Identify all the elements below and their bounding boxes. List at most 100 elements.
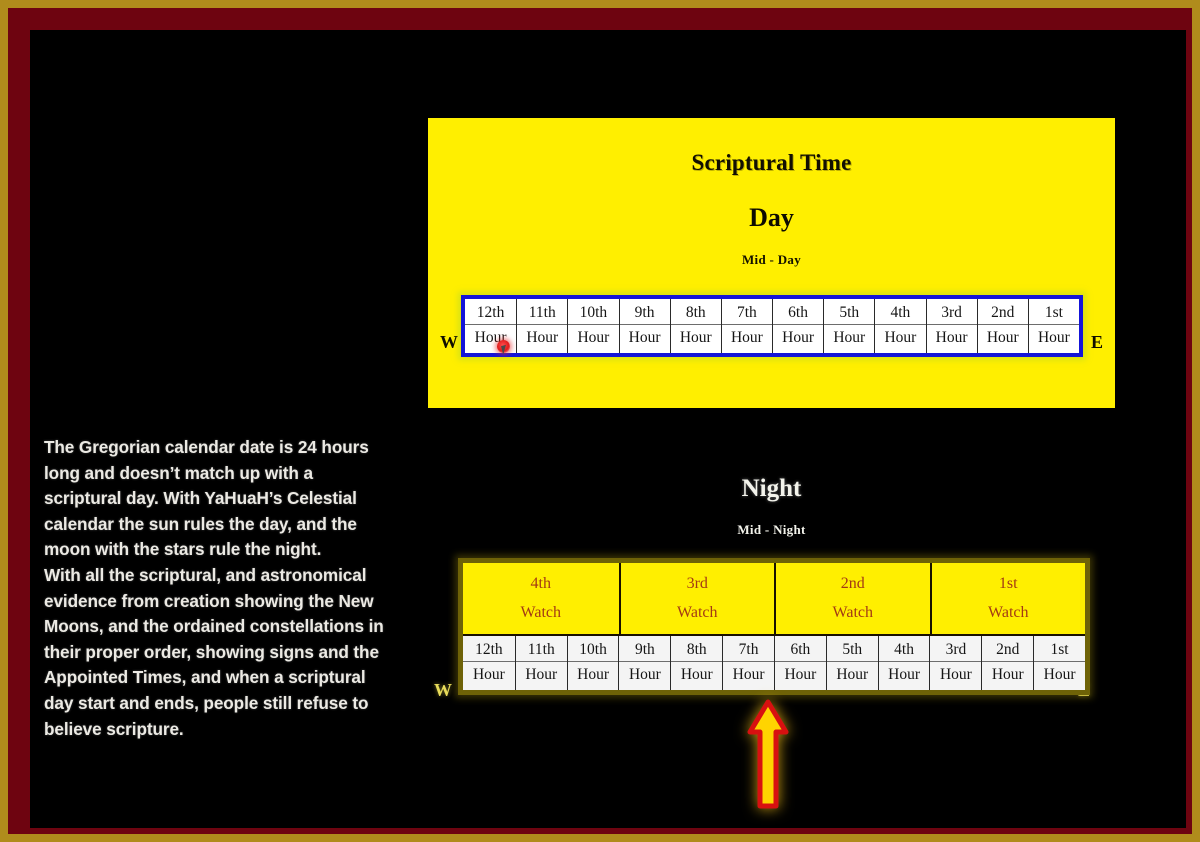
night-west-label: W (434, 680, 452, 700)
night-hour-cell-2nd[interactable]: 2nd Hour (981, 636, 1034, 690)
night-hour-cell-1st[interactable]: 1st Hour (1033, 636, 1085, 690)
day-hour-cell-9th[interactable]: 9th Hour (618, 299, 670, 353)
day-hour-cell-3rd[interactable]: 3rd Hour (925, 299, 977, 353)
hour-ordinal: 12th (476, 304, 505, 321)
watch-label: Watch (520, 604, 561, 621)
night-hour-cell-12th[interactable]: 12th Hour (463, 636, 515, 690)
hour-ordinal: 5th (842, 641, 863, 658)
hour-ordinal: 12th (475, 641, 503, 658)
hour-ordinal: 4th (890, 304, 911, 321)
day-hour-cell-5th[interactable]: 5th Hour (823, 299, 875, 353)
watch-ordinal: 4th (530, 575, 551, 592)
hour-unit: Hour (982, 661, 1034, 685)
hour-ordinal: 10th (579, 304, 608, 321)
hour-unit: Hour (515, 661, 567, 685)
hour-ordinal: 4th (894, 641, 914, 658)
hour-unit: Hour (568, 324, 619, 348)
night-hour-cell-6th[interactable]: 6th Hour (773, 636, 826, 690)
night-table: 4th Watch 3rd Watch 2nd Watch 1st Watch 12th Hou… (458, 558, 1090, 695)
hour-ordinal: 1st (1044, 304, 1063, 321)
page-title: Scriptural Time (691, 150, 852, 175)
hour-unit: Hour (878, 661, 930, 685)
day-west-label: W (440, 332, 458, 352)
hour-unit: Hour (723, 661, 774, 685)
watch-ordinal: 3rd (686, 575, 708, 592)
night-hour-cell-11th[interactable]: 11th Hour (514, 636, 567, 690)
day-hour-cell-8th[interactable]: 8th Hour (669, 299, 721, 353)
day-hour-cell-10th[interactable]: 10th Hour (567, 299, 619, 353)
day-hours-row: 12th Hour 11th Hour 10th Hour 9th Hour 8th Hour 7t… (465, 299, 1079, 353)
hour-unit: Hour (670, 324, 721, 348)
hour-ordinal: 3rd (941, 304, 962, 321)
watch-label: Watch (832, 604, 873, 621)
explanatory-paragraph: The Gregorian calendar date is 24 hours … (44, 437, 384, 739)
hour-ordinal: 9th (635, 641, 655, 658)
day-hour-cell-1st[interactable]: 1st Hour (1027, 299, 1079, 353)
night-hour-cell-10th[interactable]: 10th Hour (566, 636, 619, 690)
hour-ordinal: 2nd (996, 641, 1020, 658)
hour-ordinal: 10th (579, 641, 607, 658)
night-watch-cell-4th[interactable]: 4th Watch (463, 563, 619, 634)
day-hour-cell-4th[interactable]: 4th Hour (874, 299, 926, 353)
night-hour-cell-7th[interactable]: 7th Hour (722, 636, 774, 690)
hour-ordinal: 11th (528, 304, 556, 321)
night-hour-cell-8th[interactable]: 8th Hour (670, 636, 723, 690)
hour-unit: Hour (567, 661, 619, 685)
hour-ordinal: 8th (685, 304, 706, 321)
hour-unit: Hour (926, 324, 977, 348)
hour-unit: Hour (826, 661, 878, 685)
hour-ordinal: 11th (527, 641, 555, 658)
hour-unit: Hour (977, 324, 1028, 348)
night-hours-row: 12th Hour 11th Hour 10th Hour 9th Hour 8th Hour 7t… (463, 634, 1085, 690)
night-watch-cell-3rd[interactable]: 3rd Watch (618, 563, 775, 634)
night-watch-cell-1st[interactable]: 1st Watch (929, 563, 1086, 634)
hour-ordinal: 5th (839, 304, 860, 321)
hour-unit: Hour (517, 324, 568, 348)
day-hour-cell-6th[interactable]: 6th Hour (772, 299, 824, 353)
hour-unit: Hour (1028, 324, 1079, 348)
hour-unit: Hour (930, 661, 982, 685)
day-heading: Day (749, 203, 794, 232)
hour-ordinal: 7th (738, 641, 759, 658)
night-watch-cell-2nd[interactable]: 2nd Watch (774, 563, 930, 634)
night-hour-cell-4th[interactable]: 4th Hour (877, 636, 930, 690)
day-hours-table: 12th Hour 11th Hour 10th Hour 9th Hour 8th Hour 7t… (461, 295, 1083, 357)
watch-ordinal: 1st (998, 575, 1018, 592)
night-hour-cell-3rd[interactable]: 3rd Hour (929, 636, 982, 690)
hour-unit: Hour (773, 324, 824, 348)
slide-inner-frame: The Gregorian calendar date is 24 hours … (8, 8, 1192, 834)
hour-unit: Hour (619, 324, 670, 348)
night-hour-cell-9th[interactable]: 9th Hour (618, 636, 671, 690)
hour-ordinal: 2nd (991, 304, 1015, 321)
hour-unit: Hour (463, 661, 515, 685)
watch-label: Watch (677, 604, 718, 621)
night-hour-cell-5th[interactable]: 5th Hour (825, 636, 878, 690)
slide-outer-frame: The Gregorian calendar date is 24 hours … (0, 0, 1200, 842)
day-hour-cell-11th[interactable]: 11th Hour (516, 299, 568, 353)
day-hour-cell-12th[interactable]: 12th Hour (465, 299, 517, 353)
hour-unit: Hour (619, 661, 671, 685)
day-hour-cell-7th[interactable]: 7th Hour (720, 299, 772, 353)
hour-unit: Hour (774, 661, 826, 685)
day-east-label: E (1090, 332, 1103, 352)
hour-ordinal: 1st (1050, 641, 1069, 658)
hour-ordinal: 8th (686, 641, 707, 658)
hour-ordinal: 7th (737, 304, 757, 321)
hour-ordinal: 9th (634, 304, 655, 321)
day-panel: Scriptural Time Day Mid - Day W E 12th Ho… (428, 118, 1115, 408)
mid-day-label: Mid - Day (741, 252, 802, 267)
hour-ordinal: 6th (790, 641, 811, 658)
hour-unit: Hour (875, 324, 926, 348)
hour-unit: Hour (465, 324, 517, 348)
watch-label: Watch (988, 604, 1029, 621)
hour-ordinal: 3rd (945, 641, 967, 658)
hour-ordinal: 6th (788, 304, 808, 321)
day-hour-cell-2nd[interactable]: 2nd Hour (976, 299, 1028, 353)
night-heading: Night (741, 475, 802, 502)
watch-ordinal: 2nd (840, 575, 865, 592)
night-watches-row: 4th Watch 3rd Watch 2nd Watch 1st Watch (463, 563, 1085, 634)
hour-unit: Hour (721, 324, 772, 348)
hour-unit: Hour (671, 661, 723, 685)
up-arrow-icon (747, 699, 789, 809)
hour-unit: Hour (1034, 661, 1085, 685)
